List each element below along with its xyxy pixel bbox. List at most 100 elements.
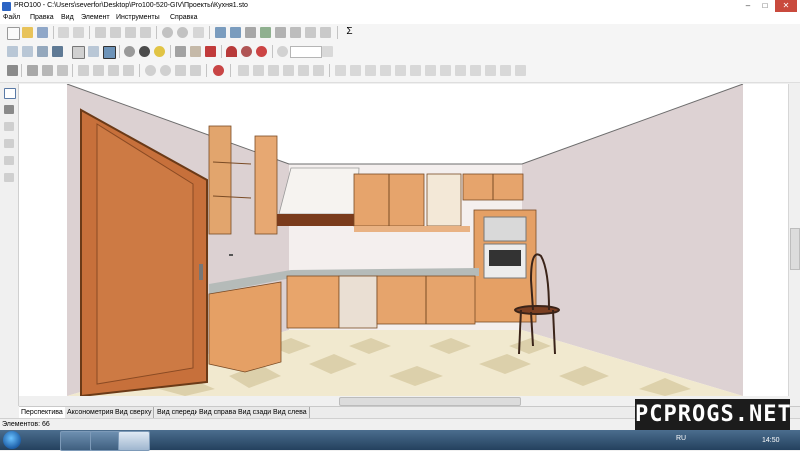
vertical-scrollbar[interactable] (788, 84, 800, 396)
start-orb-icon[interactable] (3, 431, 21, 449)
snap-axis-icon[interactable] (515, 65, 526, 76)
language-indicator[interactable]: RU (676, 435, 686, 442)
snap-surface-icon[interactable] (485, 65, 496, 76)
properties-icon[interactable] (193, 27, 204, 38)
materials-icon[interactable] (290, 27, 301, 38)
rotate-right-icon[interactable] (160, 65, 171, 76)
camera-icon[interactable] (124, 46, 135, 57)
snap-edge-icon[interactable] (440, 65, 451, 76)
snap-grid-icon[interactable] (205, 46, 216, 57)
view-solid-icon[interactable] (37, 46, 48, 57)
select-grid-icon[interactable] (7, 65, 18, 76)
collision-icon[interactable] (241, 46, 252, 57)
undo-icon[interactable] (162, 27, 173, 38)
cursor-icon[interactable] (4, 88, 16, 99)
3d-viewport[interactable] (19, 84, 788, 396)
minimize-button[interactable]: – (740, 0, 756, 12)
snap-corner-icon[interactable] (455, 65, 466, 76)
move-icon[interactable] (27, 65, 38, 76)
place-back-icon[interactable] (313, 65, 324, 76)
align-right-icon[interactable] (108, 65, 119, 76)
tab-front-view[interactable]: Вид спереди (155, 407, 202, 418)
tab-top-view[interactable]: Вид сверху (113, 407, 155, 418)
menu-help[interactable]: Справка (170, 14, 197, 21)
mirror-icon[interactable] (175, 65, 186, 76)
snap-left-icon[interactable] (335, 65, 346, 76)
cut-icon[interactable] (95, 27, 106, 38)
new-file-icon[interactable] (7, 27, 20, 40)
pan-icon[interactable] (4, 105, 14, 114)
grid-icon[interactable] (190, 46, 201, 57)
align-left-icon[interactable] (78, 65, 89, 76)
tab-axonometry[interactable]: Аксонометрия (65, 407, 117, 418)
view-shaded-icon[interactable] (52, 46, 63, 57)
paste-icon[interactable] (125, 27, 136, 38)
catalog-icon[interactable] (230, 27, 241, 38)
open-folder-icon[interactable] (22, 27, 33, 38)
horizontal-scroll-thumb[interactable] (339, 397, 521, 406)
snap-point-icon[interactable] (500, 65, 511, 76)
view-wireframe-icon[interactable] (7, 46, 18, 57)
pencil-icon[interactable] (57, 65, 68, 76)
lock-icon[interactable] (213, 65, 224, 76)
tab-left-view[interactable]: Вид слева (271, 407, 310, 418)
info-icon[interactable] (320, 27, 331, 38)
distribute-icon[interactable] (123, 65, 134, 76)
copy-icon[interactable] (110, 27, 121, 38)
settings-icon[interactable] (305, 27, 316, 38)
snap-face-icon[interactable] (470, 65, 481, 76)
dimension-icon[interactable] (175, 46, 186, 57)
lamp-icon[interactable] (154, 46, 165, 57)
magnet-icon[interactable] (226, 46, 237, 57)
light-icon[interactable] (139, 46, 150, 57)
preview-icon[interactable] (73, 27, 84, 38)
walk-icon[interactable] (4, 139, 14, 148)
print-icon[interactable] (58, 27, 69, 38)
menu-edit[interactable]: Правка (30, 14, 54, 21)
explorer-icon[interactable] (60, 431, 92, 451)
library-icon[interactable] (215, 27, 226, 38)
vertical-scroll-thumb[interactable] (790, 228, 800, 270)
place-bottom-icon[interactable] (283, 65, 294, 76)
place-left-icon[interactable] (238, 65, 249, 76)
report-icon[interactable] (260, 27, 271, 38)
view-box-icon[interactable] (22, 46, 33, 57)
zoom-icon[interactable] (277, 46, 288, 57)
menu-element[interactable]: Элемент (81, 14, 110, 21)
maximize-button[interactable]: □ (757, 0, 773, 12)
menu-file[interactable]: Файл (3, 14, 20, 21)
clock[interactable]: 14:50 (762, 437, 780, 444)
rotate-left-icon[interactable] (145, 65, 156, 76)
snap-bottom-icon[interactable] (380, 65, 391, 76)
rotate-icon[interactable] (42, 65, 53, 76)
stop-icon[interactable] (256, 46, 267, 57)
view-edges-icon[interactable] (88, 46, 99, 57)
menu-view[interactable]: Вид (61, 14, 74, 21)
save-icon[interactable] (37, 27, 48, 38)
align-center-icon[interactable] (93, 65, 104, 76)
flip-icon[interactable] (190, 65, 201, 76)
tab-right-view[interactable]: Вид справа (197, 407, 240, 418)
zoom-combo[interactable] (290, 46, 322, 58)
snap-top-icon[interactable] (365, 65, 376, 76)
panel-icon[interactable] (245, 27, 256, 38)
pro100-icon[interactable] (118, 431, 150, 451)
snap-back-icon[interactable] (410, 65, 421, 76)
cut-list-icon[interactable] (275, 27, 286, 38)
orbit-icon[interactable] (4, 122, 14, 131)
place-top-icon[interactable] (268, 65, 279, 76)
snap-front-icon[interactable] (395, 65, 406, 76)
measure-icon[interactable] (4, 156, 14, 165)
place-right-icon[interactable] (253, 65, 264, 76)
place-front-icon[interactable] (298, 65, 309, 76)
redo-icon[interactable] (177, 27, 188, 38)
snap-right-icon[interactable] (350, 65, 361, 76)
close-button[interactable]: ✕ (775, 0, 797, 12)
menu-tools[interactable]: Инструменты (116, 14, 160, 21)
sum-button[interactable]: Σ (344, 26, 355, 37)
tab-back-view[interactable]: Вид сзади (236, 407, 275, 418)
view-textured-icon[interactable] (103, 46, 116, 59)
tab-perspective[interactable]: Перспектива (19, 407, 66, 418)
search-icon[interactable] (4, 173, 14, 182)
view-outline-icon[interactable] (72, 46, 85, 59)
